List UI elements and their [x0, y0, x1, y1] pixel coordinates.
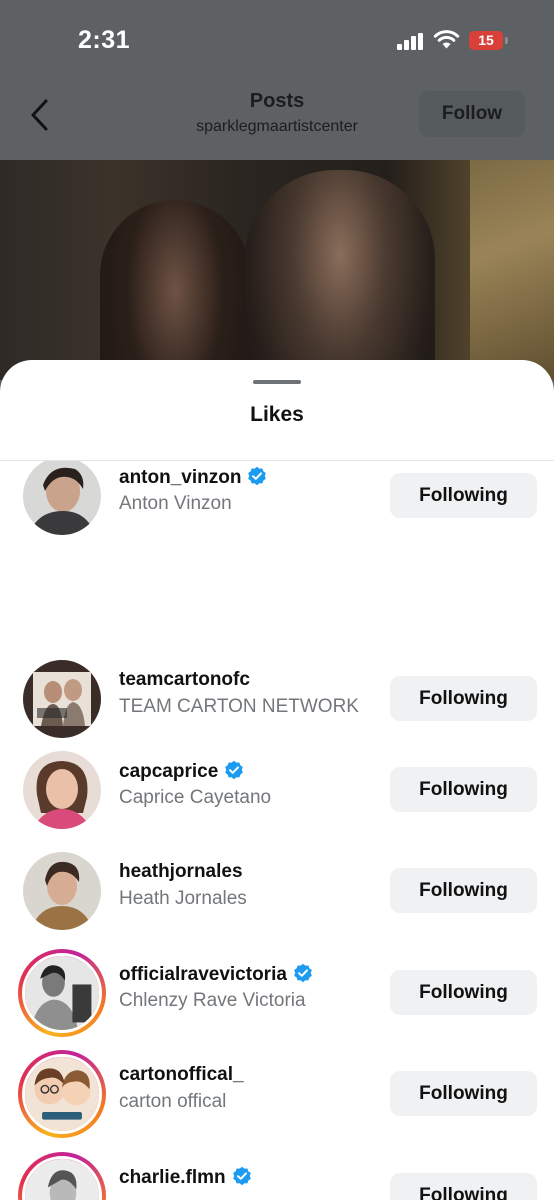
wifi-icon: [433, 30, 460, 49]
avatar-story-ring[interactable]: [18, 1152, 106, 1200]
page-header: Posts sparklegmaartistcenter Follow: [0, 80, 554, 160]
verified-badge-icon: [225, 760, 244, 780]
sheet-grabber[interactable]: [253, 380, 301, 384]
full-name: Anton Vinzon: [119, 493, 232, 514]
list-item[interactable]: capcaprice Caprice Cayetano Following: [0, 743, 554, 829]
username[interactable]: capcaprice: [119, 760, 244, 783]
following-button[interactable]: Following: [390, 1173, 537, 1200]
likes-list[interactable]: anton_vinzon Anton Vinzon Following team…: [0, 461, 554, 1200]
full-name: Heath Jornales: [119, 888, 247, 909]
avatar-story-ring[interactable]: [18, 949, 106, 1037]
full-name: Chlenzy Rave Victoria: [119, 990, 306, 1011]
post-photo: [0, 160, 554, 380]
list-item[interactable]: charlie.flmn Following: [0, 1149, 554, 1200]
status-bar: 2:31 15: [0, 0, 554, 80]
following-button[interactable]: Following: [390, 1071, 537, 1116]
photo-background-decor: [470, 160, 554, 380]
photo-person-left: [100, 200, 250, 380]
cellular-signal-icon: [397, 33, 425, 50]
avatar[interactable]: [23, 751, 101, 829]
avatar[interactable]: [23, 660, 101, 738]
avatar-story-ring[interactable]: [18, 1050, 106, 1138]
list-item[interactable]: anton_vinzon Anton Vinzon Following: [0, 461, 554, 535]
verified-badge-icon: [248, 466, 267, 486]
username[interactable]: anton_vinzon: [119, 466, 267, 489]
follow-button[interactable]: Follow: [419, 91, 525, 137]
list-item[interactable]: cartonoffical_ carton offical Following: [0, 1047, 554, 1138]
sheet-title: Likes: [250, 403, 304, 426]
status-time: 2:31: [78, 26, 131, 54]
username[interactable]: charlie.flmn: [119, 1166, 252, 1189]
username[interactable]: teamcartonofc: [119, 669, 250, 691]
following-button[interactable]: Following: [390, 473, 537, 518]
following-button[interactable]: Following: [390, 970, 537, 1015]
likes-sheet: Likes anton_vinzon Anton Vinzon Followin…: [0, 360, 554, 1200]
full-name: Caprice Cayetano: [119, 787, 272, 808]
full-name: TEAM CARTON NETWORK: [119, 696, 359, 717]
list-item[interactable]: heathjornales Heath Jornales Following: [0, 844, 554, 930]
photo-person-right: [245, 170, 435, 380]
username[interactable]: cartonoffical_: [119, 1064, 244, 1086]
following-button[interactable]: Following: [390, 676, 537, 721]
battery-tip: [505, 37, 508, 44]
list-item[interactable]: officialravevictoria Chlenzy Rave Victor…: [0, 946, 554, 1037]
verified-badge-icon: [294, 963, 312, 983]
avatar[interactable]: [23, 461, 101, 535]
list-item[interactable]: teamcartonofc TEAM CARTON NETWORK Follow…: [0, 652, 554, 738]
following-button[interactable]: Following: [390, 868, 537, 913]
verified-badge-icon: [232, 1166, 251, 1186]
battery-icon: 15: [469, 31, 503, 50]
full-name: carton offical: [119, 1091, 227, 1112]
avatar[interactable]: [23, 852, 101, 930]
username[interactable]: heathjornales: [119, 861, 243, 883]
following-button[interactable]: Following: [390, 767, 537, 812]
username[interactable]: officialravevictoria: [119, 963, 313, 986]
